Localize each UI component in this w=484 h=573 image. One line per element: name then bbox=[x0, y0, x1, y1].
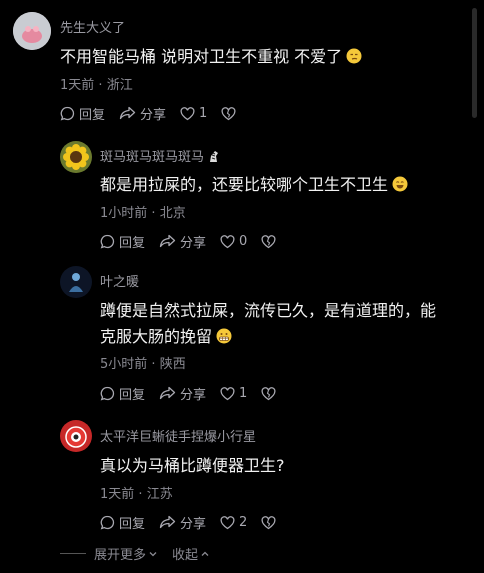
share-arrow-icon bbox=[159, 386, 176, 400]
broken-heart-icon bbox=[221, 106, 236, 120]
share-label: 分享 bbox=[180, 236, 207, 251]
comment-text: 不用智能马桶 说明对卫生不重视 不爱了 bbox=[60, 44, 362, 70]
like-count: 1 bbox=[239, 386, 248, 401]
avatar[interactable] bbox=[60, 420, 92, 452]
separator-dot: · bbox=[151, 357, 156, 372]
reply-button[interactable]: 回复 bbox=[100, 384, 145, 403]
share-arrow-icon bbox=[159, 234, 176, 248]
reply-label: 回复 bbox=[119, 517, 146, 532]
reply-bubble-icon bbox=[100, 515, 115, 530]
share-label: 分享 bbox=[180, 388, 207, 403]
reply-meta: 1天前 · 江苏 bbox=[100, 483, 173, 502]
like-button[interactable]: 0 bbox=[220, 234, 247, 249]
replies-footer: 展开更多 收起 bbox=[60, 544, 210, 563]
like-count: 0 bbox=[239, 234, 248, 249]
chevron-down-icon bbox=[149, 552, 157, 557]
reply-time: 1天前 bbox=[100, 487, 135, 502]
broken-heart-icon bbox=[261, 515, 276, 529]
reply-author[interactable]: 斑马斑马斑马斑马 bbox=[100, 146, 221, 165]
comment-author[interactable]: 先生大义了 bbox=[60, 17, 125, 36]
reply-location: 江苏 bbox=[146, 487, 173, 502]
share-button[interactable]: 分享 bbox=[159, 513, 206, 532]
expand-more-link[interactable]: 展开更多 bbox=[94, 544, 158, 563]
smirk-emoji-icon bbox=[346, 48, 362, 64]
reply-text: 蹲便是自然式拉屎，流传已久，是有道理的，能 克服大肠的挽留 bbox=[100, 298, 436, 350]
reply-text-line: 克服大肠的挽留 bbox=[100, 324, 436, 350]
dislike-button[interactable] bbox=[261, 515, 276, 530]
reply-text-content: 克服大肠的挽留 bbox=[100, 327, 213, 346]
collapse-label: 收起 bbox=[172, 548, 199, 563]
share-arrow-icon bbox=[159, 515, 176, 529]
heart-icon bbox=[180, 106, 195, 120]
share-button[interactable]: 分享 bbox=[159, 232, 206, 251]
reply-label: 回复 bbox=[119, 388, 146, 403]
reply-button[interactable]: 回复 bbox=[100, 232, 145, 251]
comment-meta: 1天前 · 浙江 bbox=[60, 74, 133, 93]
separator-dot: · bbox=[98, 78, 103, 93]
grimacing-emoji-icon bbox=[216, 328, 232, 344]
reply-label: 回复 bbox=[119, 236, 146, 251]
reply-text-content: 都是用拉屎的，还要比较哪个卫生不卫生 bbox=[100, 175, 389, 194]
like-button[interactable]: 2 bbox=[220, 515, 247, 530]
share-button[interactable]: 分享 bbox=[119, 104, 166, 123]
reply-author[interactable]: 太平洋巨蜥徒手捏爆小行星 bbox=[100, 426, 256, 445]
scrollbar[interactable] bbox=[472, 8, 477, 118]
heart-icon bbox=[220, 515, 235, 529]
reply-time: 5小时前 bbox=[100, 357, 148, 372]
reply-text-line: 蹲便是自然式拉屎，流传已久，是有道理的，能 bbox=[100, 301, 437, 320]
dislike-button[interactable] bbox=[261, 386, 276, 401]
reply-time: 1小时前 bbox=[100, 206, 148, 221]
reply-text: 都是用拉屎的，还要比较哪个卫生不卫生 bbox=[100, 172, 408, 198]
comment-actions: 回复 分享 1 bbox=[60, 104, 250, 123]
reply-button[interactable]: 回复 bbox=[100, 513, 145, 532]
like-count: 1 bbox=[199, 106, 208, 121]
avatar[interactable] bbox=[60, 141, 92, 173]
reply-bubble-icon bbox=[100, 386, 115, 401]
dislike-button[interactable] bbox=[221, 106, 236, 121]
reply-actions: 回复 分享 0 bbox=[100, 232, 290, 251]
reply-author-name: 斑马斑马斑马斑马 bbox=[100, 150, 205, 165]
like-button[interactable]: 1 bbox=[220, 386, 247, 401]
heart-icon bbox=[220, 386, 235, 400]
comment-location: 浙江 bbox=[106, 78, 133, 93]
divider bbox=[60, 553, 86, 554]
reply-button[interactable]: 回复 bbox=[60, 104, 105, 123]
like-count: 2 bbox=[239, 515, 248, 530]
reply-location: 北京 bbox=[159, 206, 186, 221]
heart-icon bbox=[220, 234, 235, 248]
broken-heart-icon bbox=[261, 234, 276, 248]
avatar[interactable] bbox=[60, 266, 92, 298]
grinning-emoji-icon bbox=[392, 176, 408, 192]
reply-text-content: 真以为马桶比蹲便器卫生? bbox=[100, 456, 285, 475]
separator-dot: · bbox=[138, 487, 143, 502]
dislike-button[interactable] bbox=[261, 234, 276, 249]
comment-text-content: 不用智能马桶 说明对卫生不重视 不爱了 bbox=[60, 47, 343, 66]
chevron-up-icon bbox=[201, 551, 209, 556]
share-label: 分享 bbox=[180, 517, 207, 532]
reply-actions: 回复 分享 2 bbox=[100, 513, 290, 532]
reply-author[interactable]: 叶之暖 bbox=[100, 271, 139, 290]
expand-more-label: 展开更多 bbox=[94, 548, 147, 563]
reply-label: 回复 bbox=[79, 108, 106, 123]
reply-text: 真以为马桶比蹲便器卫生? bbox=[100, 453, 285, 479]
reply-location: 陕西 bbox=[159, 357, 186, 372]
reply-bubble-icon bbox=[60, 106, 75, 121]
reply-meta: 5小时前 · 陕西 bbox=[100, 353, 186, 372]
avatar[interactable] bbox=[13, 12, 51, 50]
share-button[interactable]: 分享 bbox=[159, 384, 206, 403]
separator-dot: · bbox=[151, 206, 156, 221]
reply-meta: 1小时前 · 北京 bbox=[100, 202, 186, 221]
share-arrow-icon bbox=[119, 106, 136, 120]
like-button[interactable]: 1 bbox=[180, 106, 207, 121]
broken-heart-icon bbox=[261, 386, 276, 400]
share-label: 分享 bbox=[140, 108, 167, 123]
reply-actions: 回复 分享 1 bbox=[100, 384, 290, 403]
zebra-emoji-icon bbox=[210, 151, 219, 162]
comment-time: 1天前 bbox=[60, 78, 95, 93]
collapse-link[interactable]: 收起 bbox=[172, 544, 210, 563]
reply-bubble-icon bbox=[100, 234, 115, 249]
